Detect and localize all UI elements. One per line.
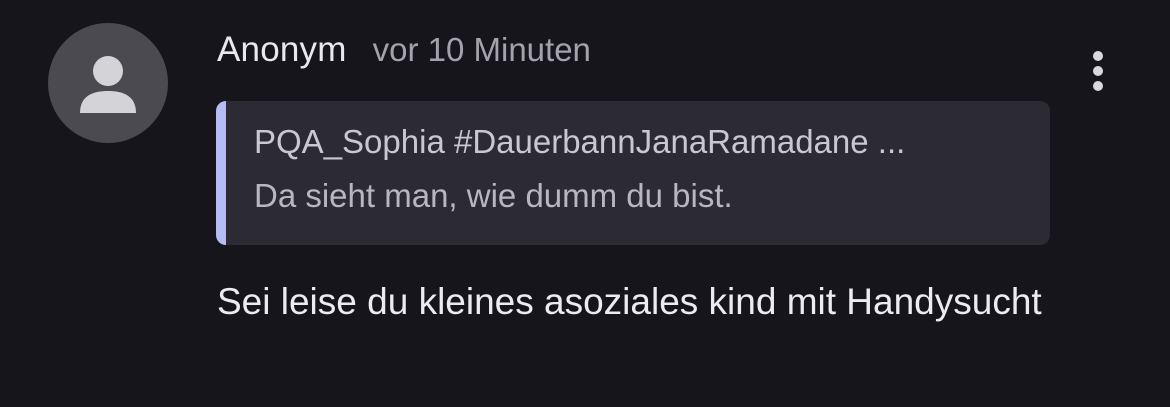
quote-accent-bar bbox=[216, 101, 226, 245]
author-name[interactable]: Anonym bbox=[217, 30, 347, 70]
avatar[interactable] bbox=[48, 23, 168, 143]
comment-timestamp: vor 10 Minuten bbox=[372, 31, 591, 68]
comment-item: Anonym vor 10 Minuten PQA_Sophia #Dauerb… bbox=[0, 0, 1170, 407]
comment-text: Sei leise du kleines asoziales kind mit … bbox=[217, 281, 1042, 322]
quoted-author: PQA_Sophia #DauerbannJanaRamadane ... bbox=[254, 123, 906, 160]
more-options-button[interactable] bbox=[1080, 48, 1116, 94]
more-vertical-icon bbox=[1093, 51, 1103, 91]
user-silhouette-icon bbox=[80, 56, 136, 113]
comment-header: Anonym vor 10 Minuten bbox=[217, 28, 591, 72]
quoted-reply[interactable]: PQA_Sophia #DauerbannJanaRamadane ... Da… bbox=[216, 101, 1050, 245]
quoted-text: Da sieht man, wie dumm du bist. bbox=[254, 177, 733, 214]
